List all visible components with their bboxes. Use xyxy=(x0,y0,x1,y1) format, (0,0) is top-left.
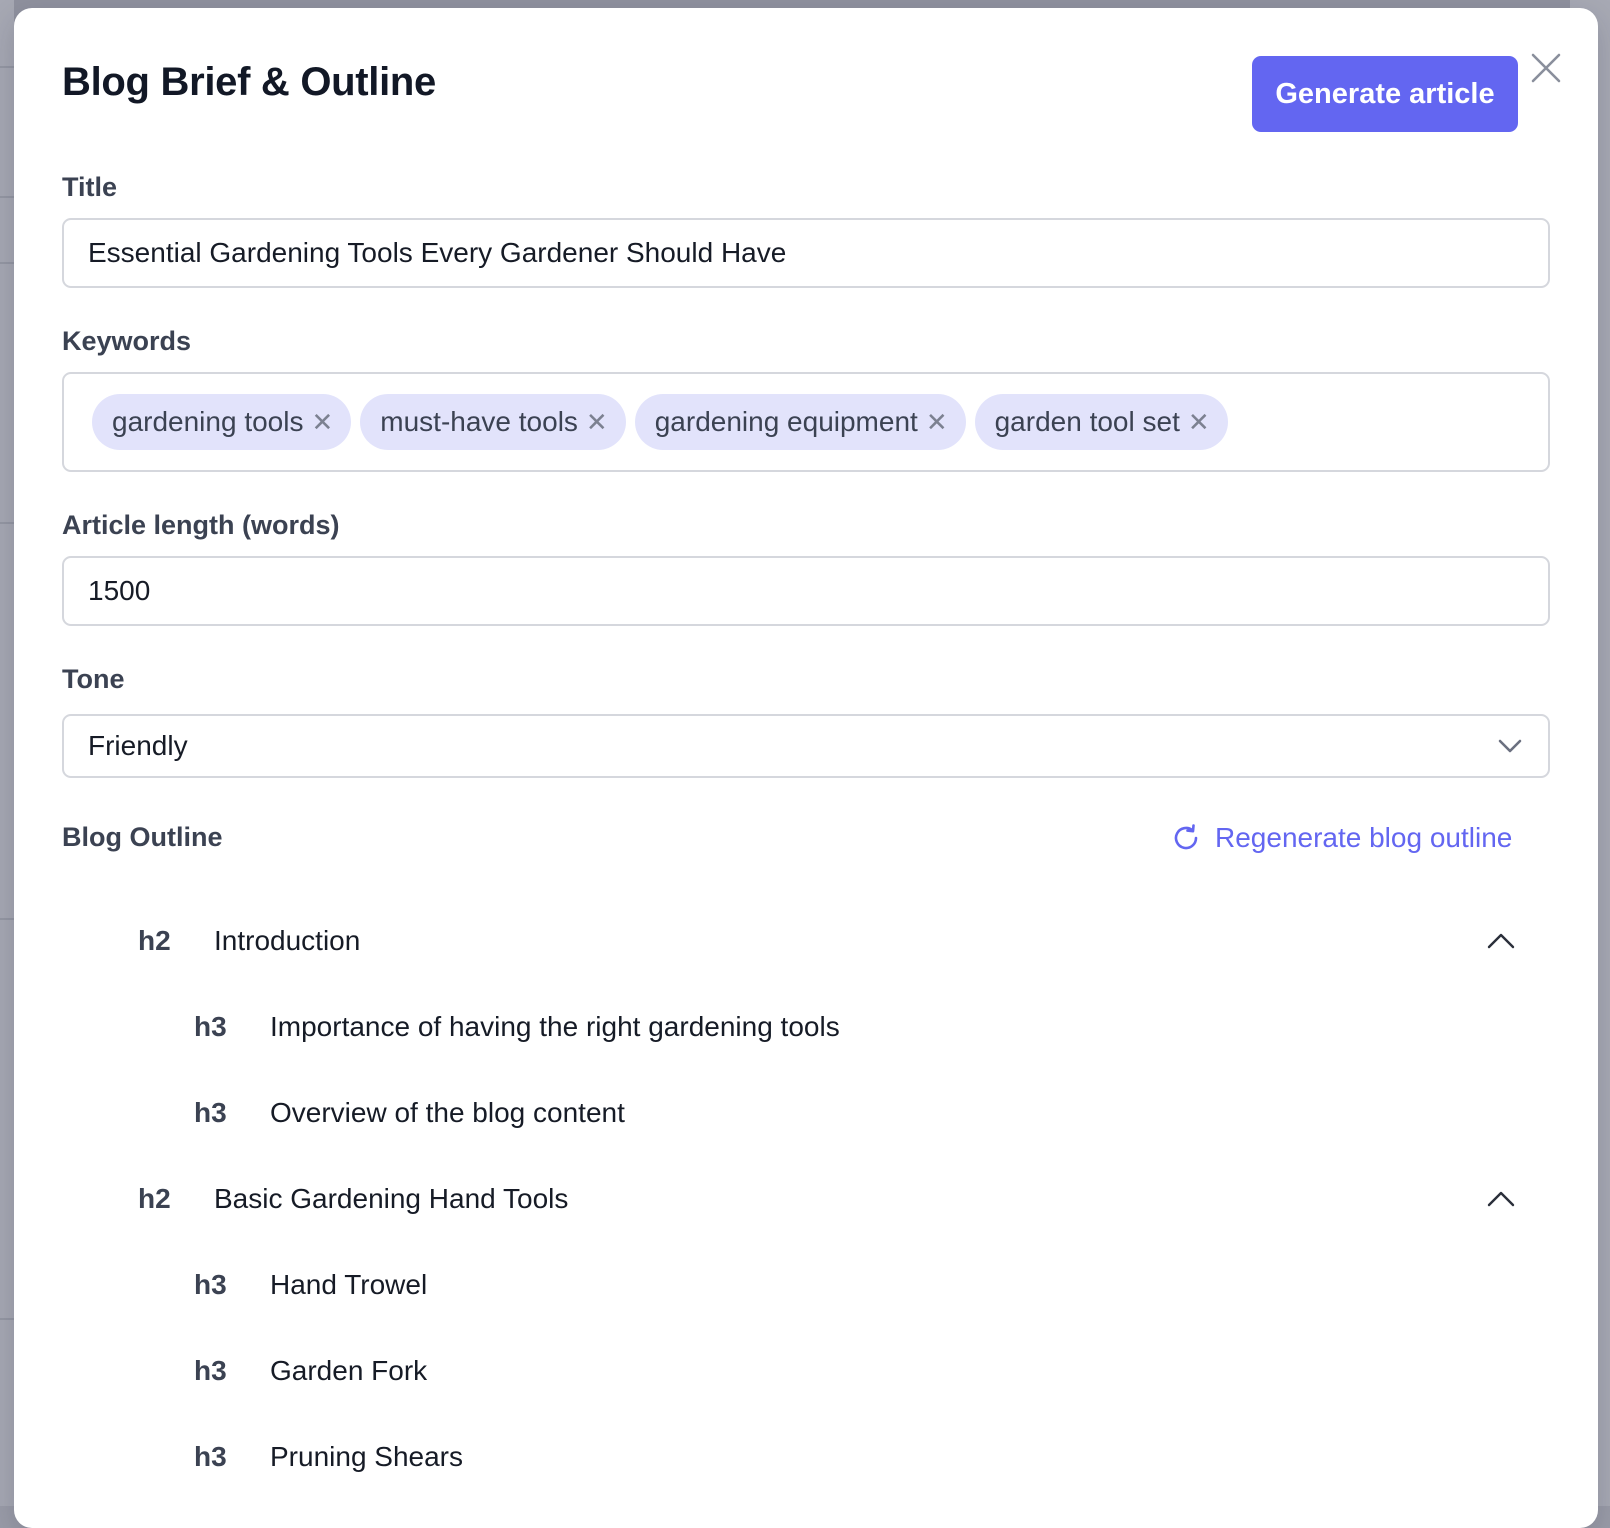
heading-level: h2 xyxy=(138,925,171,956)
tone-label: Tone xyxy=(62,664,125,694)
heading-text: Basic Gardening Hand Tools xyxy=(214,1183,569,1214)
outline-item-h3[interactable]: h3 Hand Trowel xyxy=(194,1260,1514,1310)
outline-item-h3[interactable]: h3 Importance of having the right garden… xyxy=(194,1002,1514,1052)
collapse-section-button[interactable] xyxy=(1484,1182,1518,1216)
heading-text: Introduction xyxy=(214,925,361,956)
regenerate-outline-button[interactable]: Regenerate blog outline xyxy=(1171,816,1512,860)
blog-brief-modal: Blog Brief & Outline Generate article Ti… xyxy=(14,8,1598,1528)
remove-keyword-icon[interactable]: ✕ xyxy=(1188,409,1210,435)
chevron-up-icon xyxy=(1487,1191,1515,1207)
keywords-label: Keywords xyxy=(62,326,192,356)
heading-level: h3 xyxy=(194,1011,227,1042)
article-length-label: Article length (words) xyxy=(62,510,340,540)
keywords-input[interactable]: gardening tools ✕ must-have tools ✕ gard… xyxy=(62,372,1550,472)
tone-select[interactable]: Friendly xyxy=(62,714,1550,778)
chevron-up-icon xyxy=(1487,933,1515,949)
keyword-chip: must-have tools ✕ xyxy=(360,394,626,450)
remove-keyword-icon[interactable]: ✕ xyxy=(586,409,608,435)
tone-selected-value: Friendly xyxy=(88,730,188,761)
keyword-chip-label: gardening tools xyxy=(112,406,304,437)
heading-text: Pruning Shears xyxy=(270,1441,464,1472)
article-length-input[interactable]: 1500 xyxy=(62,556,1550,626)
title-input-value: Essential Gardening Tools Every Gardener… xyxy=(88,237,787,268)
remove-keyword-icon[interactable]: ✕ xyxy=(926,409,948,435)
close-button[interactable] xyxy=(1524,46,1568,90)
outline-item-h3[interactable]: h3 Overview of the blog content xyxy=(194,1088,1514,1138)
modal-title: Blog Brief & Outline xyxy=(62,60,437,104)
generate-article-button[interactable]: Generate article xyxy=(1252,56,1518,132)
keyword-chip-label: must-have tools xyxy=(380,406,578,437)
keyword-chip: gardening equipment ✕ xyxy=(634,394,966,450)
heading-level: h3 xyxy=(194,1269,227,1300)
heading-level: h2 xyxy=(138,1183,171,1214)
close-icon xyxy=(1531,53,1561,83)
keyword-chip: garden tool set ✕ xyxy=(974,394,1228,450)
heading-text: Overview of the blog content xyxy=(270,1097,625,1128)
heading-level: h3 xyxy=(194,1441,227,1472)
heading-text: Importance of having the right gardening… xyxy=(270,1011,840,1042)
collapse-section-button[interactable] xyxy=(1484,924,1518,958)
outline-item-h3[interactable]: h3 Garden Fork xyxy=(194,1346,1514,1396)
article-length-value: 1500 xyxy=(88,575,151,606)
heading-level: h3 xyxy=(194,1097,227,1128)
blog-outline-label: Blog Outline xyxy=(62,822,223,852)
keyword-chip-label: garden tool set xyxy=(994,406,1180,437)
remove-keyword-icon[interactable]: ✕ xyxy=(311,409,333,435)
background-app-edge xyxy=(0,0,14,1506)
refresh-icon xyxy=(1174,824,1198,850)
heading-text: Garden Fork xyxy=(270,1355,428,1386)
regenerate-outline-label: Regenerate blog outline xyxy=(1215,822,1513,853)
outline-item-h2[interactable]: h2 Basic Gardening Hand Tools xyxy=(138,1174,1518,1224)
outline-item-h2[interactable]: h2 Introduction xyxy=(138,916,1518,966)
outline-item-h3[interactable]: h3 Pruning Shears xyxy=(194,1432,1514,1482)
title-input[interactable]: Essential Gardening Tools Every Gardener… xyxy=(62,218,1550,288)
heading-text: Hand Trowel xyxy=(270,1269,428,1300)
chevron-down-icon xyxy=(1498,739,1522,753)
keyword-chip-label: gardening equipment xyxy=(654,406,918,437)
title-label: Title xyxy=(62,172,118,202)
keyword-chip: gardening tools ✕ xyxy=(92,394,352,450)
heading-level: h3 xyxy=(194,1355,227,1386)
